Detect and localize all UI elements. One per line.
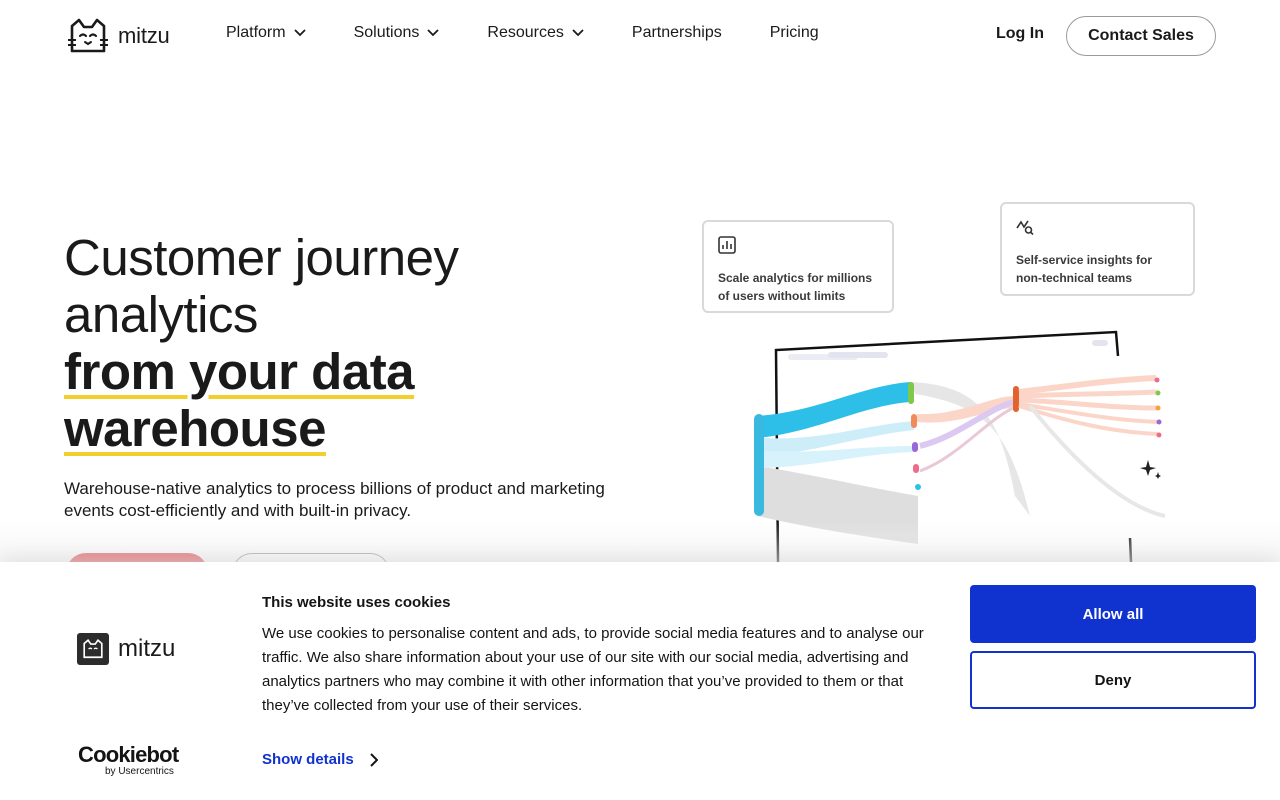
feature-card-text: Self-service insights for non-technical … <box>1016 253 1153 285</box>
insights-search-icon <box>1016 220 1034 236</box>
cookiebot-brand: Cookiebot <box>78 742 179 767</box>
nav-item-platform[interactable]: Platform <box>226 24 306 42</box>
nav-item-label: Pricing <box>769 24 819 41</box>
chevron-down-icon <box>427 29 440 37</box>
hero-subtitle: Warehouse-native analytics to process bi… <box>64 479 605 520</box>
cookie-banner-title: This website uses cookies <box>262 594 451 611</box>
cat-logo-icon <box>77 633 109 665</box>
chevron-down-icon <box>293 29 306 37</box>
deny-button[interactable]: Deny <box>970 651 1256 709</box>
hero-title: Customer journey analytics from your dat… <box>64 229 624 457</box>
nav-item-label: Partnerships <box>631 24 722 41</box>
chart-icon <box>718 236 736 254</box>
cookie-banner-body: We use cookies to personalise content an… <box>262 625 924 714</box>
cat-logo-icon <box>68 18 108 53</box>
feature-card-scale: Scale analytics for millions of users wi… <box>702 220 894 313</box>
cookiebot-logo[interactable]: Cookiebot by Usercentrics <box>78 742 179 778</box>
cookie-banner: mitzu Cookiebot by Usercentrics This web… <box>0 562 1280 800</box>
cookie-banner-logo: mitzu <box>77 633 175 665</box>
cookiebot-by: by Usercentrics <box>105 766 174 777</box>
allow-all-button[interactable]: Allow all <box>970 585 1256 643</box>
login-link[interactable]: Log In <box>996 25 1044 43</box>
hero-title-line: Customer journey <box>64 229 459 286</box>
nav-item-pricing[interactable]: Pricing <box>770 24 819 42</box>
nav-item-resources[interactable]: Resources <box>487 24 584 42</box>
cookie-logo-text: mitzu <box>118 635 176 662</box>
feature-card-text: Scale analytics for millions of users wi… <box>718 271 873 303</box>
chevron-down-icon <box>572 29 584 37</box>
chevron-right-icon <box>369 752 378 767</box>
site-header: mitzu Platform Solutions Resources Partn… <box>0 0 1280 72</box>
main-nav: Platform Solutions Resources Partnership… <box>226 24 867 42</box>
nav-item-label: Platform <box>226 24 286 41</box>
feature-card-self-service: Self-service insights for non-technical … <box>1000 202 1195 296</box>
nav-item-partnerships[interactable]: Partnerships <box>632 24 722 42</box>
nav-item-label: Resources <box>487 24 564 41</box>
nav-item-solutions[interactable]: Solutions <box>354 24 440 42</box>
show-details-link[interactable]: Show details <box>262 751 378 768</box>
contact-sales-button[interactable]: Contact Sales <box>1066 16 1216 56</box>
nav-item-label: Solutions <box>353 24 420 41</box>
show-details-label: Show details <box>262 751 354 768</box>
hero-title-line: analytics <box>64 286 258 343</box>
logo[interactable]: mitzu <box>68 18 170 54</box>
hero-title-highlight: warehouse <box>64 400 326 457</box>
hero-title-highlight: from your data <box>64 343 415 400</box>
logo-text: mitzu <box>118 23 170 48</box>
